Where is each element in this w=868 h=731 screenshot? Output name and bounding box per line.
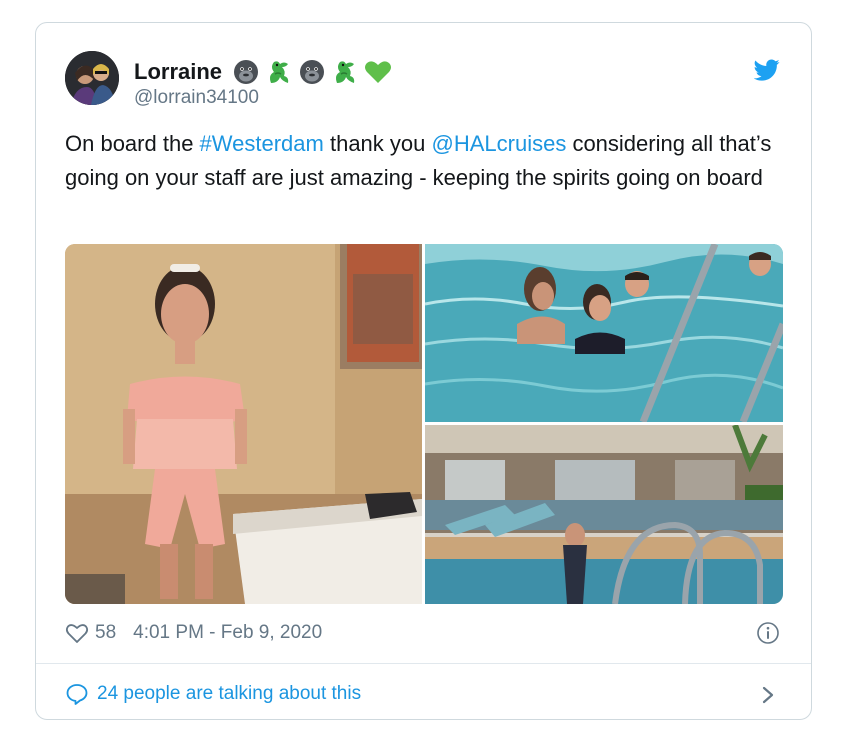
mention-link[interactable]: @HALcruises: [432, 131, 567, 156]
dragon-icon: [270, 61, 289, 83]
tweet-text-part: On board the: [65, 131, 200, 156]
like-count[interactable]: 58: [95, 622, 116, 644]
photo-pool-deck[interactable]: [425, 425, 783, 604]
tweet-timestamp[interactable]: 4:01 PM - Feb 9, 2020: [133, 622, 322, 644]
tweet-meta: 58 4:01 PM - Feb 9, 2020: [65, 621, 322, 645]
conversation-label[interactable]: 24 people are talking about this: [97, 683, 361, 705]
green-heart-icon: [365, 61, 392, 83]
divider: [36, 663, 811, 664]
author-name-row[interactable]: Lorraine: [134, 57, 393, 87]
info-icon[interactable]: [756, 621, 780, 645]
heart-icon[interactable]: [65, 621, 89, 645]
photo-pool-swimmers[interactable]: [425, 244, 783, 422]
avatar[interactable]: [65, 51, 119, 105]
name-emojis: [231, 57, 393, 87]
author-name[interactable]: Lorraine: [134, 59, 222, 85]
conversation-link[interactable]: 24 people are talking about this: [65, 682, 361, 706]
photo-girl-in-cabin[interactable]: [65, 244, 422, 604]
chevron-right-icon[interactable]: [758, 683, 778, 707]
media-grid: [65, 244, 783, 604]
tweet-text: On board the #Westerdam thank you @HALcr…: [65, 127, 795, 195]
twitter-bird-icon[interactable]: [754, 57, 780, 83]
dragon-icon: [336, 61, 355, 83]
gorilla-icon: [234, 60, 259, 84]
tweet-card: Lorraine @lorrain34100 On board the #Wes…: [35, 22, 812, 720]
tweet-text-part: thank you: [323, 131, 432, 156]
hashtag-link[interactable]: #Westerdam: [200, 131, 324, 156]
reply-bubble-icon: [66, 684, 88, 705]
gorilla-icon: [300, 60, 325, 84]
author-handle[interactable]: @lorrain34100: [134, 87, 259, 109]
